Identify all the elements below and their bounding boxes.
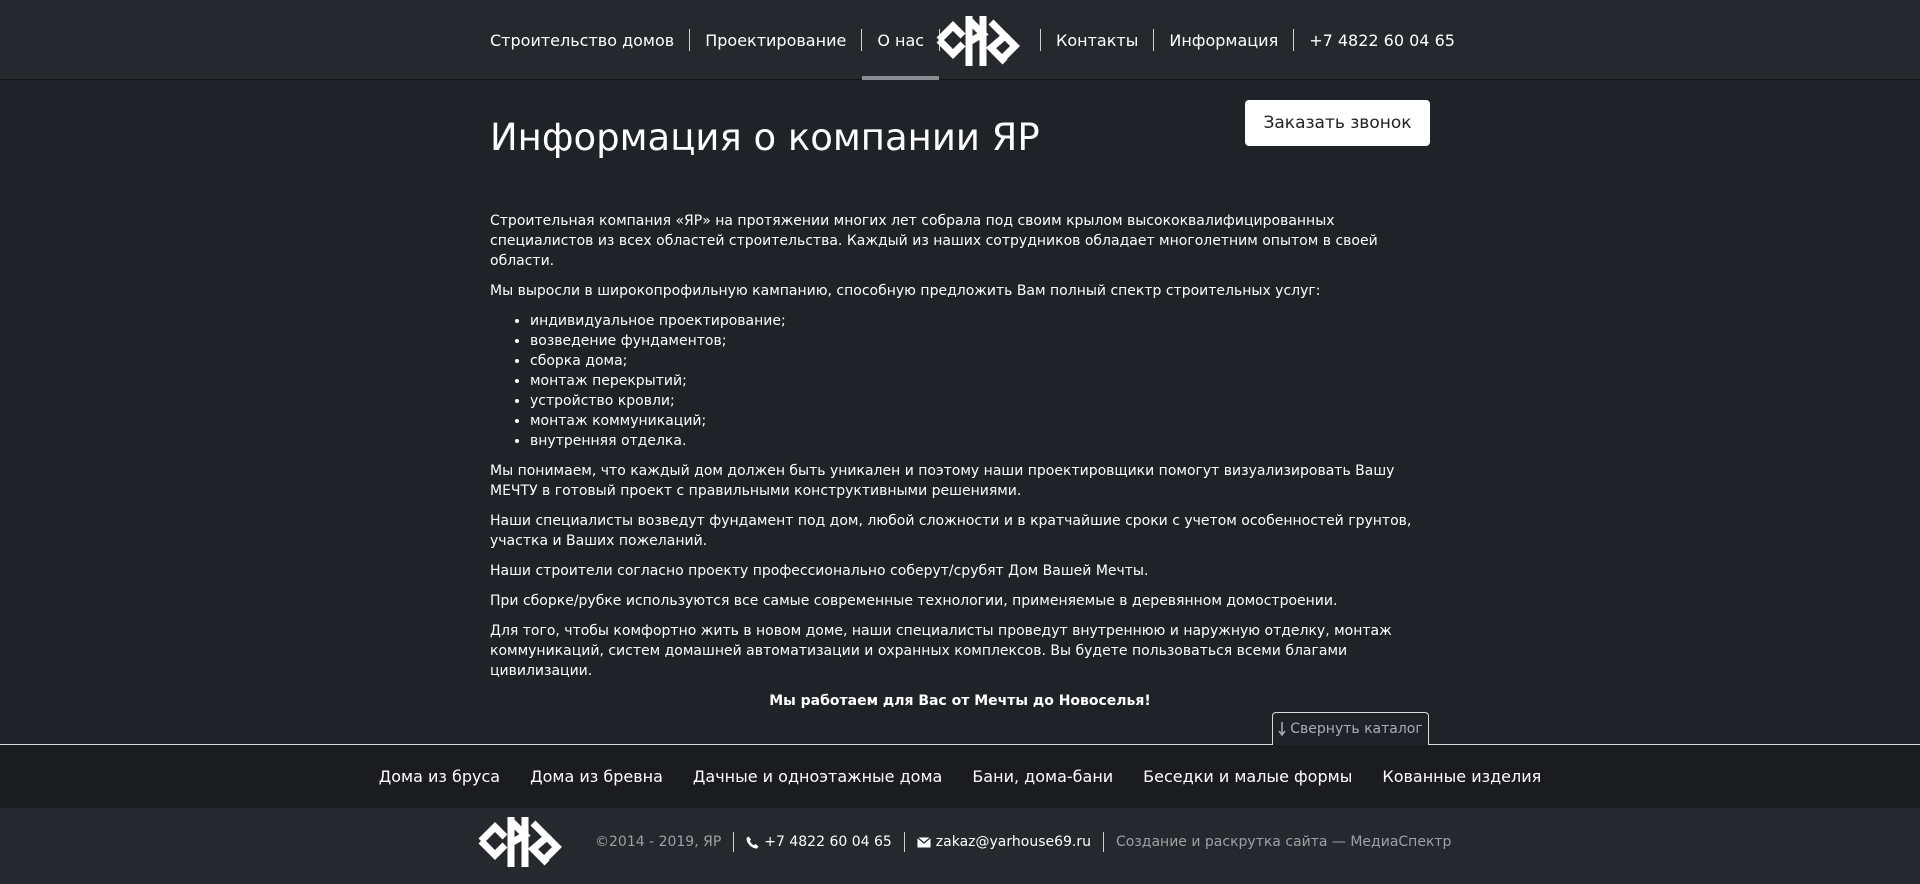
footer: ©2014 - 2019, ЯР +7 4822 60 04 65 zakaz@… <box>0 808 1920 884</box>
catalog-menu: Дома из бруса Дома из бревна Дачные и од… <box>0 745 1920 808</box>
yar-logo-icon[interactable] <box>931 10 1021 72</box>
copyright: ©2014 - 2019, ЯР <box>595 834 722 850</box>
nav-item-about[interactable]: О нас <box>862 0 939 80</box>
catalog-item-log-houses[interactable]: Дома из бревна <box>530 767 663 786</box>
page-title: Информация о компании ЯР <box>490 116 1040 159</box>
body-paragraph: Наши строители согласно проекту професси… <box>490 563 1149 579</box>
intro-paragraph: Мы выросли в широкопрофильную кампанию, … <box>490 283 1321 299</box>
list-item: возведение фундаментов; <box>530 331 1430 351</box>
catalog-item-saunas[interactable]: Бани, дома-бани <box>972 767 1113 786</box>
slogan: Мы работаем для Вас от Мечты до Новосель… <box>769 693 1151 709</box>
nav-item-contacts[interactable]: Контакты <box>1041 0 1153 80</box>
list-item: монтаж коммуникаций; <box>530 411 1430 431</box>
body-paragraph: При сборке/рубке используются все самые … <box>490 593 1338 609</box>
list-item: устройство кровли; <box>530 391 1430 411</box>
nav-item-construction[interactable]: Строительство домов <box>490 0 689 80</box>
about-text: Строительная компания «ЯР» на протяжении… <box>490 211 1430 721</box>
top-navbar: Строительство домов Проектирование О нас… <box>0 0 1920 80</box>
nav-item-phone[interactable]: +7 4822 60 04 65 <box>1294 0 1470 80</box>
collapse-catalog-label: Свернуть каталог <box>1290 721 1423 737</box>
nav-left: Строительство домов Проектирование О нас <box>490 0 941 80</box>
catalog-item-timber-houses[interactable]: Дома из бруса <box>379 767 500 786</box>
footer-phone[interactable]: +7 4822 60 04 65 <box>734 834 904 850</box>
body-paragraph: Для того, чтобы комфортно жить в новом д… <box>490 623 1392 679</box>
footer-email-address: zakaz@yarhouse69.ru <box>935 834 1091 850</box>
phone-icon <box>746 836 759 848</box>
list-item: сборка дома; <box>530 351 1430 371</box>
nav-item-info[interactable]: Информация <box>1154 0 1293 80</box>
catalog-item-forged[interactable]: Кованные изделия <box>1382 767 1541 786</box>
list-item: индивидуальное проектирование; <box>530 311 1430 331</box>
intro-paragraph: Строительная компания «ЯР» на протяжении… <box>490 213 1378 269</box>
list-item: монтаж перекрытий; <box>530 371 1430 391</box>
body-paragraph: Наши специалисты возведут фундамент под … <box>490 513 1412 549</box>
list-item: внутренняя отделка. <box>530 431 1430 451</box>
footer-email[interactable]: zakaz@yarhouse69.ru <box>905 834 1103 850</box>
nav-item-design[interactable]: Проектирование <box>690 0 861 80</box>
yar-logo-icon[interactable] <box>473 811 563 873</box>
catalog-item-gazebos[interactable]: Беседки и малые формы <box>1143 767 1352 786</box>
envelope-icon <box>916 836 931 847</box>
arrow-down-icon <box>1278 722 1286 736</box>
developer-credit-link[interactable]: Создание и раскрутка сайта — МедиаСпектр <box>1104 834 1463 850</box>
footer-phone-number: +7 4822 60 04 65 <box>764 834 892 850</box>
nav-right: Контакты Информация +7 4822 60 04 65 <box>1040 0 1470 80</box>
order-call-button[interactable]: Заказать звонок <box>1245 100 1430 146</box>
body-paragraph: Мы понимаем, что каждый дом должен быть … <box>490 463 1395 499</box>
services-list: индивидуальное проектирование; возведени… <box>530 311 1430 451</box>
footer-info: ©2014 - 2019, ЯР +7 4822 60 04 65 zakaz@… <box>595 831 1463 853</box>
collapse-catalog-button[interactable]: Свернуть каталог <box>1272 712 1429 745</box>
catalog-item-country-houses[interactable]: Дачные и одноэтажные дома <box>693 767 942 786</box>
